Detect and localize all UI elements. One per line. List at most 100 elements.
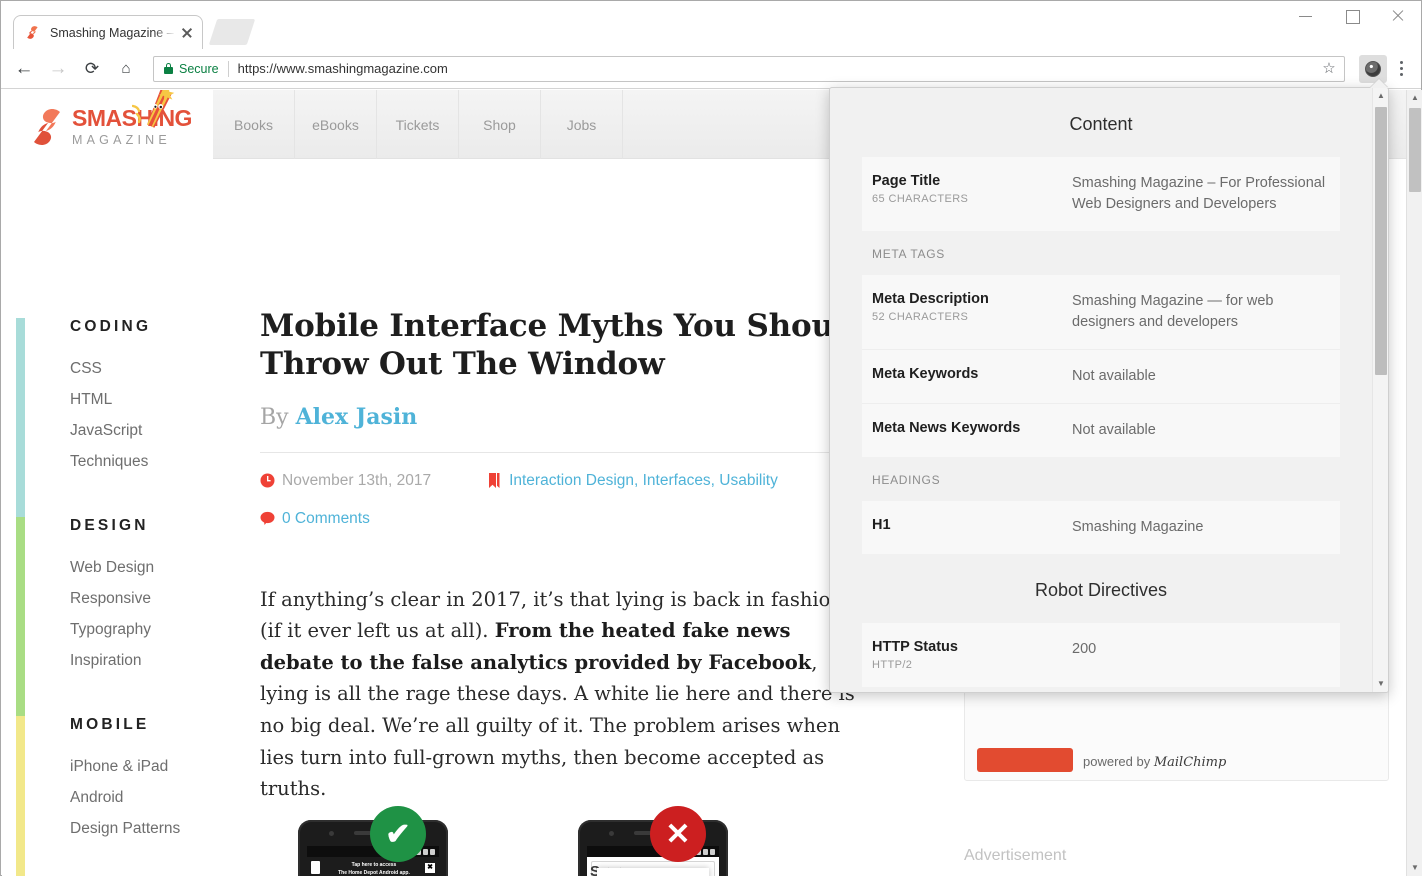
row-key-label: H1 xyxy=(872,517,1072,533)
reload-icon: ⟳ xyxy=(77,54,107,84)
tab-strip: Smashing Magazine – Fo xyxy=(1,1,1421,49)
banner-line-2: The Home Depot Android app. xyxy=(329,870,419,876)
home-icon: ⌂ xyxy=(111,54,141,84)
row-key-sublabel: 65 CHARACTERS xyxy=(872,193,1072,205)
page-scrollbar[interactable]: ▲ ▼ xyxy=(1406,90,1422,876)
sidebar-item-android[interactable]: Android xyxy=(70,782,216,813)
powered-by-label: powered by MailChimp xyxy=(1083,754,1226,770)
seo-extension-icon xyxy=(1365,61,1381,77)
sidebar-item-inspiration[interactable]: Inspiration xyxy=(70,645,216,676)
popup-row-page-title: Page Title 65 CHARACTERS Smashing Magazi… xyxy=(862,157,1340,231)
logo-magazine-text: MAGAZINE xyxy=(72,134,192,147)
sidebar-item-iphone-ipad[interactable]: iPhone & iPad xyxy=(70,751,216,782)
tab-title: Smashing Magazine – Fo xyxy=(50,26,176,40)
forward-button[interactable]: → xyxy=(43,54,73,84)
section-accent-bar xyxy=(16,517,25,716)
phone-mockup-bad: Search Products SLW Download our App! Th… xyxy=(578,820,728,876)
popup-row-meta-news-keywords: Meta News Keywords Not available xyxy=(862,404,1340,457)
nav-item-shop[interactable]: Shop xyxy=(459,90,541,159)
mailchimp-brand: MailChimp xyxy=(1154,755,1227,770)
categories-link[interactable]: Interaction Design, Interfaces, Usabilit… xyxy=(509,472,778,490)
popup-scroll-area: Content Page Title 65 CHARACTERS Smashin… xyxy=(830,88,1372,692)
row-key-label: Meta Description xyxy=(872,291,1072,307)
sidebar-item-design-patterns[interactable]: Design Patterns xyxy=(70,813,216,844)
scroll-up-arrow-icon[interactable]: ▲ xyxy=(1373,88,1389,104)
row-key-sublabel: HTTP/2 xyxy=(872,659,1072,671)
logo-smashing-text: SMASHING xyxy=(72,107,192,130)
advertisement-label: Advertisement xyxy=(964,847,1404,865)
bookmark-star-icon[interactable]: ☆ xyxy=(1318,58,1340,80)
author-link[interactable]: Alex Jasin xyxy=(296,404,418,430)
site-nav: Books eBooks Tickets Shop Jobs xyxy=(213,90,623,159)
phone-mockup-good: ✖ Tap here to access The Home Depot Andr… xyxy=(298,820,448,876)
nav-item-tickets[interactable]: Tickets xyxy=(377,90,459,159)
row-key: H1 xyxy=(872,517,1072,538)
back-button[interactable]: ← xyxy=(9,54,39,84)
window-controls xyxy=(1283,1,1421,31)
lock-icon xyxy=(164,63,173,74)
subscribe-button[interactable] xyxy=(977,748,1073,772)
row-key-label: Page Title xyxy=(872,173,1072,189)
smart-app-banner: ✖ Tap here to access The Home Depot Andr… xyxy=(307,857,439,876)
article-categories: Interaction Design, Interfaces, Usabilit… xyxy=(487,472,778,490)
divider xyxy=(228,61,229,77)
clock-icon xyxy=(260,473,282,488)
close-window-icon[interactable] xyxy=(1375,1,1421,31)
address-bar[interactable]: Secure https://www.smashingmagazine.com … xyxy=(153,56,1345,82)
row-value: Smashing Magazine – For Professional Web… xyxy=(1072,173,1330,215)
byline-prefix: By xyxy=(260,405,289,430)
three-dot-menu-icon[interactable] xyxy=(1389,55,1413,83)
sidebar-item-web-design[interactable]: Web Design xyxy=(70,552,216,583)
row-key: Meta News Keywords xyxy=(872,420,1072,441)
new-tab-button[interactable] xyxy=(209,19,255,45)
popup-group-label-meta-tags-2: META TAGS xyxy=(862,687,1340,692)
arrow-right-icon: → xyxy=(43,54,73,84)
row-value: 200 xyxy=(1072,639,1330,671)
page-scrollbar-thumb[interactable] xyxy=(1409,108,1421,192)
advertisement-block: Advertisement W 999 GRID xyxy=(964,847,1404,876)
popup-section-heading-robot-directives: Robot Directives xyxy=(862,554,1340,623)
comments-link[interactable]: 0 Comments xyxy=(282,510,370,528)
sidebar-section-design: DESIGN Web Design Responsive Typography … xyxy=(16,517,216,716)
banner-line-1: Tap here to access xyxy=(329,862,419,870)
home-button[interactable]: ⌂ xyxy=(111,54,141,84)
comment-bubble-icon xyxy=(260,511,282,526)
nav-item-ebooks[interactable]: eBooks xyxy=(295,90,377,159)
sidebar-item-typography[interactable]: Typography xyxy=(70,614,216,645)
popup-scrollbar[interactable]: ▲ ▼ xyxy=(1372,88,1388,692)
phone-camera-icon xyxy=(609,831,614,836)
row-value: Smashing Magazine xyxy=(1072,517,1330,538)
scroll-down-arrow-icon[interactable]: ▼ xyxy=(1407,860,1422,876)
reload-button[interactable]: ⟳ xyxy=(77,54,107,84)
minimize-icon[interactable] xyxy=(1283,1,1329,31)
row-key: HTTP Status HTTP/2 xyxy=(872,639,1072,671)
row-key: Meta Description 52 CHARACTERS xyxy=(872,291,1072,333)
seo-extension-popup: Content Page Title 65 CHARACTERS Smashin… xyxy=(829,87,1389,693)
close-icon[interactable] xyxy=(178,24,196,42)
site-logo[interactable]: SMASHING MAGAZINE xyxy=(29,104,209,150)
cross-badge-icon: ✕ xyxy=(650,806,706,862)
popup-row-h1: H1 Smashing Magazine xyxy=(862,501,1340,554)
section-title: MOBILE xyxy=(70,716,216,734)
scroll-up-arrow-icon[interactable]: ▲ xyxy=(1407,90,1422,106)
sidebar-item-javascript[interactable]: JavaScript xyxy=(70,415,216,446)
row-key: Page Title 65 CHARACTERS xyxy=(872,173,1072,215)
scroll-down-arrow-icon[interactable]: ▼ xyxy=(1373,676,1389,692)
nav-item-books[interactable]: Books xyxy=(213,90,295,159)
app-download-interstitial: Download our App! Thats right. You don't… xyxy=(597,868,709,876)
sidebar-item-html[interactable]: HTML xyxy=(70,384,216,415)
phone-camera-icon xyxy=(329,831,334,836)
popup-group-label-meta-tags: META TAGS xyxy=(862,231,1340,275)
section-accent-bar xyxy=(16,716,25,876)
maximize-icon[interactable] xyxy=(1329,1,1375,31)
row-key-label: Meta Keywords xyxy=(872,366,1072,382)
close-icon[interactable]: ✖ xyxy=(425,863,435,873)
security-label: Secure xyxy=(179,62,219,76)
screen: Smashing Magazine – Fo ← → ⟳ ⌂ xyxy=(0,0,1422,876)
sidebar-item-css[interactable]: CSS xyxy=(70,353,216,384)
sidebar-item-techniques[interactable]: Techniques xyxy=(70,446,216,477)
sidebar-item-responsive[interactable]: Responsive xyxy=(70,583,216,614)
nav-item-jobs[interactable]: Jobs xyxy=(541,90,623,159)
popup-scrollbar-thumb[interactable] xyxy=(1375,107,1387,375)
browser-tab[interactable]: Smashing Magazine – Fo xyxy=(13,15,203,49)
